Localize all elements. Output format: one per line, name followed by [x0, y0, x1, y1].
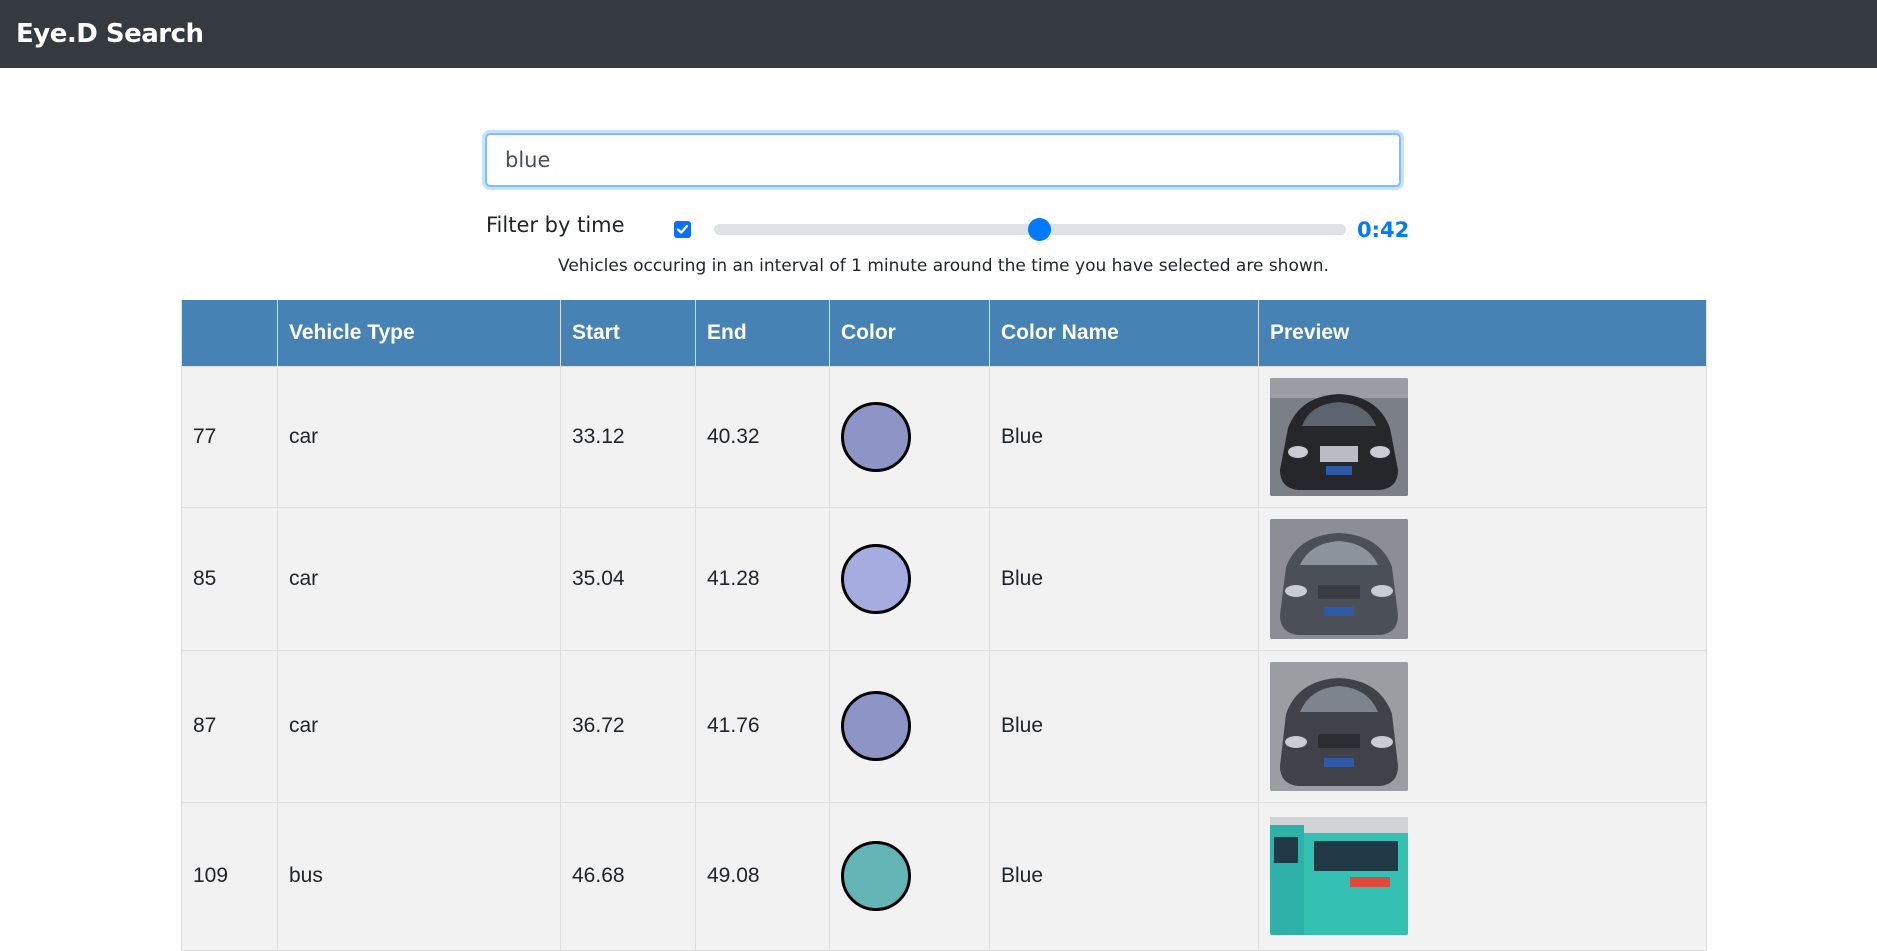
cell-preview — [1258, 365, 1707, 508]
filter-hint: Vehicles occuring in an interval of 1 mi… — [558, 256, 1329, 276]
cell-start: 35.04 — [560, 506, 696, 651]
cell-vehicle-type: car — [277, 506, 561, 651]
cell-preview — [1258, 801, 1707, 951]
cell-color — [829, 365, 990, 508]
header-id — [181, 300, 278, 367]
table-row[interactable]: 85 car 35.04 41.28 Blue — [181, 506, 1707, 651]
cell-preview — [1258, 506, 1707, 651]
cell-color — [829, 506, 990, 651]
header-vehicle-type: Vehicle Type — [277, 300, 561, 367]
table-row[interactable]: 77 car 33.12 40.32 Blue — [181, 365, 1707, 508]
cell-vehicle-type: car — [277, 649, 561, 803]
header-preview: Preview — [1258, 300, 1707, 367]
color-swatch — [841, 841, 911, 911]
results-table: Vehicle Type Start End Color Color Name … — [181, 300, 1707, 951]
cell-start: 33.12 — [560, 365, 696, 508]
cell-end: 40.32 — [695, 365, 830, 508]
cell-end: 41.76 — [695, 649, 830, 803]
cell-color-name: Blue — [989, 365, 1259, 508]
table-header-row: Vehicle Type Start End Color Color Name … — [181, 300, 1707, 367]
cell-color-name: Blue — [989, 801, 1259, 951]
brand-title[interactable]: Eye.D Search — [16, 19, 204, 49]
car-preview-image[interactable] — [1270, 377, 1408, 496]
search-input[interactable] — [485, 133, 1401, 187]
cell-vehicle-type: bus — [277, 801, 561, 951]
car-preview-image[interactable] — [1270, 661, 1408, 791]
color-swatch — [841, 543, 911, 614]
checkmark-icon — [676, 224, 689, 234]
color-swatch — [841, 691, 911, 761]
table-row[interactable]: 109 bus 46.68 49.08 Blue — [181, 801, 1707, 951]
header-start: Start — [560, 300, 696, 367]
cell-preview — [1258, 649, 1707, 803]
cell-id: 87 — [181, 649, 278, 803]
table-row[interactable]: 87 car 36.72 41.76 Blue — [181, 649, 1707, 803]
cell-vehicle-type: car — [277, 365, 561, 508]
color-swatch — [841, 401, 911, 472]
bus-preview-image[interactable] — [1270, 817, 1408, 935]
cell-color-name: Blue — [989, 649, 1259, 803]
cell-start: 36.72 — [560, 649, 696, 803]
cell-id: 85 — [181, 506, 278, 651]
header-color: Color — [829, 300, 990, 367]
filter-checkbox[interactable] — [674, 221, 691, 238]
header-end: End — [695, 300, 830, 367]
time-value: 0:42 — [1357, 218, 1410, 242]
cell-end: 41.28 — [695, 506, 830, 651]
search-container — [485, 133, 1401, 187]
time-slider-thumb[interactable] — [1027, 218, 1051, 241]
cell-start: 46.68 — [560, 801, 696, 951]
cell-color — [829, 649, 990, 803]
navbar: Eye.D Search — [0, 0, 1877, 68]
cell-id: 77 — [181, 365, 278, 508]
cell-id: 109 — [181, 801, 278, 951]
car-preview-image[interactable] — [1270, 518, 1408, 639]
cell-end: 49.08 — [695, 801, 830, 951]
filter-label: Filter by time — [486, 213, 625, 237]
header-color-name: Color Name — [989, 300, 1259, 367]
cell-color-name: Blue — [989, 506, 1259, 651]
cell-color — [829, 801, 990, 951]
